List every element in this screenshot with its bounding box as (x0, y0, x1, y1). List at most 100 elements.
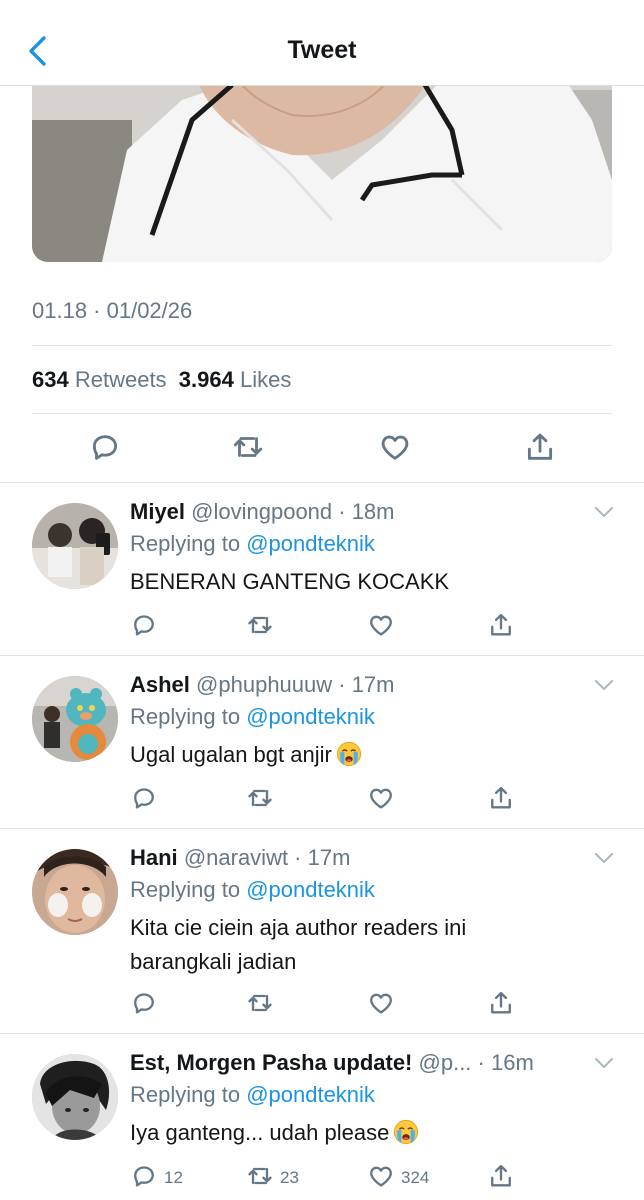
replying-prefix: Replying to (130, 877, 247, 902)
retweet-icon[interactable] (246, 1162, 274, 1195)
retweet-icon[interactable] (231, 430, 265, 469)
like-icon[interactable] (367, 784, 395, 817)
chevron-down-icon[interactable] (594, 1056, 614, 1070)
reply-header: Hani @naraviwt · 17m (130, 845, 350, 871)
retweets-label[interactable]: Retweets (75, 367, 167, 392)
reply-text: Iya ganteng... udah please (130, 1116, 600, 1150)
reply-action-bar (130, 786, 520, 814)
reply-icon[interactable] (130, 784, 158, 817)
avatar[interactable] (32, 1054, 118, 1140)
retweet-count: 23 (280, 1168, 299, 1187)
replying-prefix: Replying to (130, 1082, 247, 1107)
reply-header: Est, Morgen Pasha update! @p... · 16m (130, 1050, 534, 1076)
tweet-photo[interactable] (32, 60, 612, 262)
mention-link[interactable]: @pondteknik (246, 531, 375, 556)
reply-icon[interactable] (130, 611, 158, 644)
reply-item[interactable]: Est, Morgen Pasha update! @p... · 16m Re… (0, 1034, 644, 1200)
retweet-button[interactable]: 23 (246, 1164, 299, 1192)
share-button[interactable] (487, 991, 515, 1019)
retweet-icon[interactable] (246, 989, 274, 1022)
reply-button[interactable]: 12 (130, 1164, 183, 1192)
replying-prefix: Replying to (130, 704, 247, 729)
reply-action-bar (130, 991, 520, 1019)
share-button[interactable] (487, 1164, 515, 1192)
display-name[interactable]: Ashel (130, 672, 190, 697)
retweet-button[interactable] (246, 786, 274, 814)
like-icon[interactable] (367, 989, 395, 1022)
share-icon[interactable] (487, 989, 515, 1022)
reply-text-content: BENERAN GANTENG KOCAKK (130, 569, 450, 594)
loudly-crying-face-icon (336, 741, 362, 767)
chevron-down-icon[interactable] (594, 851, 614, 865)
handle-time: @lovingpoond · 18m (191, 499, 395, 524)
avatar[interactable] (32, 849, 118, 935)
likes-label[interactable]: Likes (240, 367, 291, 392)
reply-item[interactable]: Ashel @phuphuuuw · 17m Replying to @pond… (0, 656, 644, 828)
reply-text-content: Ugal ugalan bgt anjir (130, 742, 332, 767)
reply-icon[interactable] (88, 430, 122, 469)
page-title: Tweet (287, 36, 357, 64)
reply-action-bar: 12 23 324 (130, 1164, 520, 1192)
retweet-icon[interactable] (246, 784, 274, 817)
retweet-button[interactable] (246, 613, 274, 641)
like-button[interactable] (367, 786, 395, 814)
display-name[interactable]: Miyel (130, 499, 185, 524)
share-button[interactable] (487, 786, 515, 814)
tweet-timestamp: 01.18 · 01/02/26 (32, 298, 193, 323)
replying-to: Replying to @pondteknik (130, 531, 375, 557)
chevron-down-icon[interactable] (594, 678, 614, 692)
retweet-icon[interactable] (246, 611, 274, 644)
mention-link[interactable]: @pondteknik (246, 877, 375, 902)
mention-link[interactable]: @pondteknik (246, 1082, 375, 1107)
share-icon[interactable] (487, 784, 515, 817)
like-button[interactable]: 324 (367, 1164, 429, 1192)
reply-text-content: Kita cie ciein aja author readers ini ba… (130, 915, 467, 974)
divider (32, 345, 612, 346)
replying-prefix: Replying to (130, 531, 247, 556)
like-icon[interactable] (378, 430, 412, 469)
share-icon[interactable] (523, 430, 557, 469)
reply-icon[interactable] (130, 989, 158, 1022)
reply-button[interactable] (130, 991, 158, 1019)
share-icon[interactable] (487, 611, 515, 644)
likes-count[interactable]: 3.964 (179, 367, 234, 392)
tweet-action-bar (0, 428, 644, 468)
top-nav-bar: Tweet (0, 0, 644, 86)
avatar[interactable] (32, 503, 118, 589)
reply-action-bar (130, 613, 520, 641)
replying-to: Replying to @pondteknik (130, 877, 375, 903)
reply-item[interactable]: Hani @naraviwt · 17m Replying to @pondte… (0, 829, 644, 1033)
retweets-count[interactable]: 634 (32, 367, 69, 392)
display-name[interactable]: Hani (130, 845, 178, 870)
handle-time: @p... · 16m (418, 1050, 534, 1075)
like-button[interactable] (367, 613, 395, 641)
like-count: 324 (401, 1168, 430, 1187)
loudly-crying-face-icon (393, 1119, 419, 1145)
reply-button[interactable] (130, 613, 158, 641)
tweet-stats: 634 Retweets 3.964 Likes (32, 367, 291, 393)
retweet-button[interactable] (246, 991, 274, 1019)
avatar[interactable] (32, 676, 118, 762)
like-button[interactable] (367, 991, 395, 1019)
replying-to: Replying to @pondteknik (130, 704, 375, 730)
reply-text: BENERAN GANTENG KOCAKK (130, 565, 600, 599)
reply-count: 12 (164, 1168, 183, 1187)
reply-text: Ugal ugalan bgt anjir (130, 738, 600, 772)
replying-to: Replying to @pondteknik (130, 1082, 375, 1108)
reply-icon[interactable] (130, 1162, 158, 1195)
reply-button[interactable] (130, 786, 158, 814)
like-icon[interactable] (367, 611, 395, 644)
reply-header: Ashel @phuphuuuw · 17m (130, 672, 395, 698)
like-icon[interactable] (367, 1162, 395, 1195)
display-name[interactable]: Est, Morgen Pasha update! (130, 1050, 412, 1075)
divider (32, 413, 612, 414)
chevron-down-icon[interactable] (594, 505, 614, 519)
handle-time: @naraviwt · 17m (183, 845, 351, 870)
share-button[interactable] (487, 613, 515, 641)
reply-item[interactable]: Miyel @lovingpoond · 18m Replying to @po… (0, 483, 644, 655)
reply-text-content: Iya ganteng... udah please (130, 1120, 390, 1145)
reply-header: Miyel @lovingpoond · 18m (130, 499, 395, 525)
share-icon[interactable] (487, 1162, 515, 1195)
reply-text: Kita cie ciein aja author readers ini ba… (130, 911, 540, 979)
mention-link[interactable]: @pondteknik (246, 704, 375, 729)
